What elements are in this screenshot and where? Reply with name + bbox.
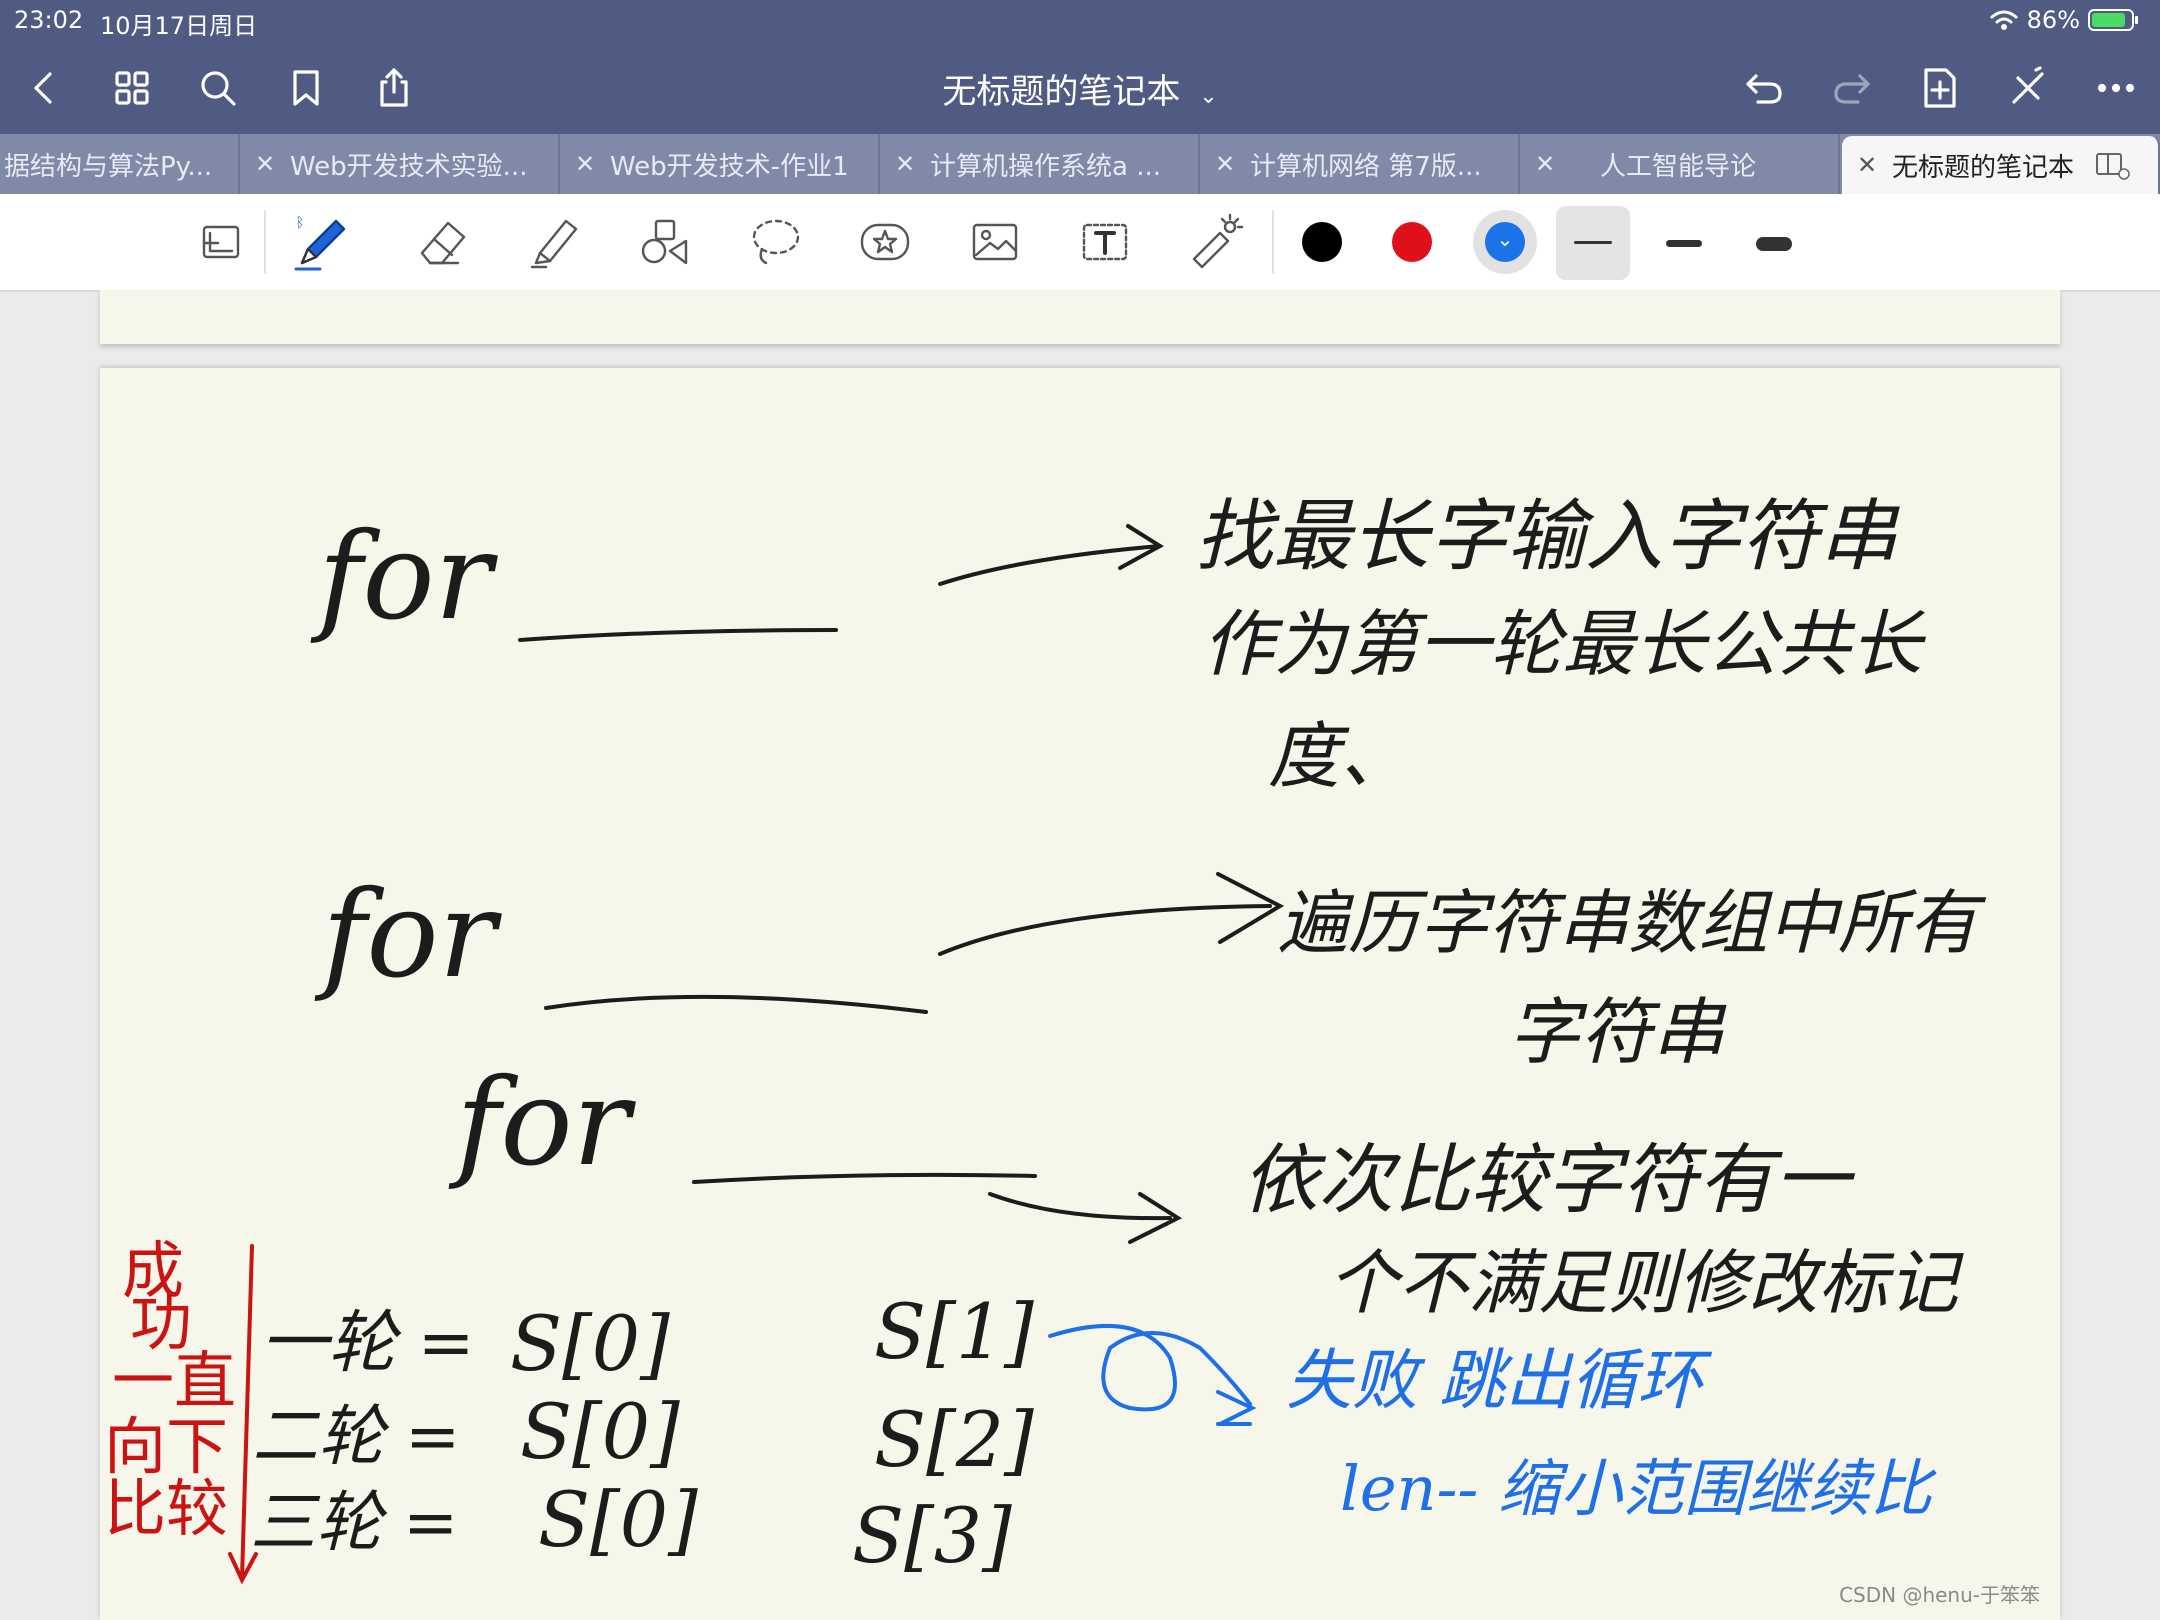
sticker-icon[interactable] — [850, 210, 920, 274]
round-3-right: S[3] — [852, 1491, 1012, 1580]
drawing-toolbar: ᛒ ⌄ — [0, 194, 2160, 292]
loop-3-keyword: for — [456, 1054, 631, 1193]
close-toolbar-icon[interactable] — [2000, 60, 2056, 116]
round-3-label: 三轮 = — [250, 1484, 459, 1561]
tab-6-active[interactable]: ✕ 无标题的笔记本 — [1842, 136, 2160, 194]
close-icon[interactable]: ✕ — [240, 150, 290, 178]
status-right: 86% — [1989, 6, 2138, 34]
stroke-width-medium-line — [1666, 240, 1702, 247]
round-2-label: 二轮 = — [252, 1398, 461, 1475]
tab-3[interactable]: ✕ 计算机操作系统a ... — [880, 134, 1200, 194]
status-bar: 23:02 10月17日周日 86% — [0, 0, 2160, 42]
chevron-down-icon: ⌄ — [1496, 227, 1514, 251]
nav-bar: 无标题的笔记本 ⌄ — [0, 42, 2160, 134]
tab-2[interactable]: ✕ Web开发技术-作业1 — [560, 134, 880, 194]
chevron-down-icon: ⌄ — [1199, 84, 1218, 109]
battery-icon — [2088, 9, 2138, 31]
red-note-line-4: 向下 — [104, 1410, 229, 1483]
lasso-icon[interactable] — [740, 210, 810, 274]
loop-2-note-line-2: 字符串 — [1508, 990, 1725, 1074]
color-swatch-blue-selected[interactable]: ⌄ — [1485, 222, 1525, 262]
tab-label: 无标题的笔记本 — [1892, 152, 2075, 183]
tab-label: Web开发技术实验... — [290, 151, 528, 182]
round-2-left: S[0] — [520, 1387, 680, 1476]
tab-bar: 据结构与算法Py... ✕ Web开发技术实验... ✕ Web开发技术-作业1… — [0, 134, 2160, 194]
loop-2-note-line-1: 遍历字符串数组中所有 — [1278, 882, 1978, 964]
undo-icon[interactable] — [1736, 60, 1792, 116]
status-time: 23:02 — [14, 6, 84, 34]
blue-note-line-2: len-- 缩小范围继续比 — [1340, 1452, 1933, 1525]
laser-pointer-icon[interactable] — [1180, 210, 1250, 274]
tab-label: Web开发技术-作业1 — [610, 151, 849, 182]
status-date: 10月17日周日 — [100, 12, 258, 40]
close-icon[interactable]: ✕ — [1520, 150, 1570, 178]
loop-1-note-line-2: 作为第一轮最长公共长 — [1202, 602, 1923, 686]
stroke-width-thin-selected[interactable] — [1556, 206, 1630, 280]
round-1-label: 一轮 = — [260, 1304, 475, 1383]
loop-1-note-line-3: 度、 — [1268, 714, 1413, 798]
red-note-line-3: 一直 — [112, 1344, 237, 1417]
redo-icon[interactable] — [1824, 60, 1880, 116]
round-1-left: S[0] — [510, 1299, 670, 1388]
red-note-line-5: 比较 — [104, 1472, 229, 1545]
loop-1-keyword: for — [318, 508, 493, 647]
tab-0[interactable]: 据结构与算法Py... — [0, 134, 240, 194]
tab-4[interactable]: ✕ 计算机网络 第7版... — [1200, 134, 1520, 194]
close-icon[interactable]: ✕ — [1200, 150, 1250, 178]
tab-5[interactable]: ✕ 人工智能导论 — [1520, 134, 1840, 194]
add-page-icon[interactable] — [1912, 60, 1968, 116]
close-icon[interactable]: ✕ — [560, 150, 610, 178]
image-icon[interactable] — [960, 210, 1030, 274]
stroke-width-medium[interactable] — [1648, 206, 1722, 280]
color-swatch-black[interactable] — [1302, 222, 1342, 262]
tab-label: 计算机网络 第7版... — [1250, 151, 1482, 182]
tab-label: 人工智能导论 — [1600, 151, 1757, 182]
note-page[interactable]: for 找最长字输入字符串 作为第一轮最长公共长 度、 for 遍历字符串数组中… — [100, 368, 2060, 1620]
round-3-left: S[0] — [538, 1475, 698, 1564]
more-icon[interactable] — [2088, 60, 2144, 116]
close-icon[interactable]: ✕ — [880, 150, 930, 178]
page-view-icon[interactable] — [186, 210, 256, 274]
round-2-right: S[2] — [874, 1395, 1034, 1484]
pen-icon[interactable]: ᛒ — [286, 210, 356, 274]
previous-page[interactable] — [100, 290, 2060, 344]
loop-1-note-line-1: 找最长字输入字符串 — [1195, 492, 1898, 582]
text-icon[interactable] — [1070, 210, 1140, 274]
blue-note-line-1: 失败 跳出循环 — [1286, 1342, 1703, 1419]
close-icon[interactable]: ✕ — [1842, 151, 1892, 179]
eraser-icon[interactable] — [408, 210, 478, 274]
loop-3-note-line-1: 依次比较字符有一 — [1242, 1135, 1850, 1224]
stroke-width-thick[interactable] — [1738, 206, 1812, 280]
loop-2-keyword: for — [322, 866, 497, 1005]
notebook-title-text: 无标题的笔记本 — [942, 72, 1181, 112]
toolbar-divider — [1272, 210, 1274, 274]
toolbar-divider — [264, 210, 266, 274]
tab-label: 据结构与算法Py... — [4, 151, 213, 182]
watermark: CSDN @henu-于笨笨 — [1839, 1583, 2040, 1607]
tab-label: 计算机操作系统a ... — [930, 151, 1161, 182]
tab-1[interactable]: ✕ Web开发技术实验... — [240, 134, 560, 194]
color-swatch-red[interactable] — [1392, 222, 1432, 262]
svg-text:ᛒ: ᛒ — [296, 215, 304, 231]
highlighter-icon[interactable] — [520, 210, 590, 274]
split-view-icon[interactable] — [2094, 150, 2130, 180]
stroke-width-thick-line — [1756, 237, 1792, 251]
loop-3-note-line-2: 个不满足则修改标记 — [1328, 1242, 1958, 1324]
shapes-icon[interactable] — [630, 210, 700, 274]
wifi-icon — [1990, 10, 2018, 30]
stroke-width-thin-line — [1574, 241, 1612, 244]
round-1-right: S[1] — [874, 1287, 1034, 1376]
battery-fill — [2092, 13, 2125, 27]
battery-percent: 86% — [2026, 6, 2080, 34]
